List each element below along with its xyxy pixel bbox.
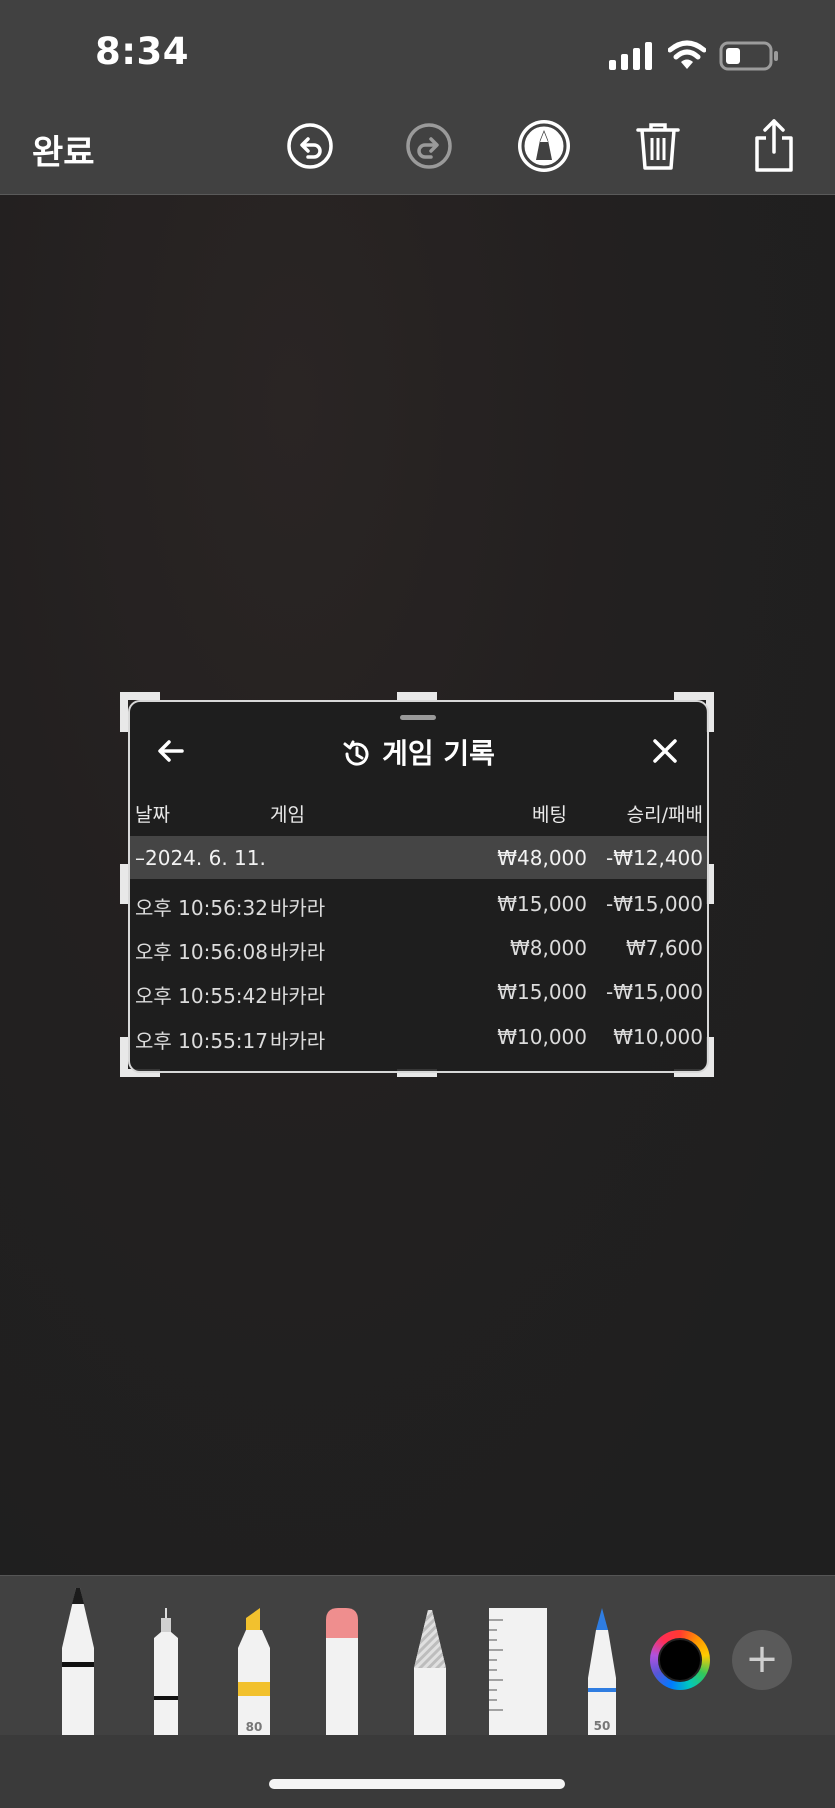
done-button[interactable]: 완료: [32, 125, 95, 174]
row-result: ₩10,000: [613, 1025, 703, 1049]
row-time: 오후 10:56:08: [135, 940, 268, 964]
fineliner-tool[interactable]: [146, 1608, 186, 1736]
color-picker-icon[interactable]: [650, 1630, 710, 1690]
pencil-tool[interactable]: [410, 1608, 450, 1736]
status-time: 8:34: [95, 30, 190, 73]
eraser-tool[interactable]: [322, 1608, 362, 1736]
row-result: -₩15,000: [606, 892, 703, 916]
row-bet: ₩8,000: [509, 936, 587, 960]
row-game: 바카라: [270, 1029, 326, 1053]
home-indicator[interactable]: [269, 1779, 565, 1789]
group-bet-total: ₩48,000: [497, 846, 587, 870]
row-game: 바카라: [270, 896, 326, 920]
sheet-grabber: [400, 715, 436, 720]
close-icon[interactable]: [650, 736, 680, 766]
column-header-bet: 베팅: [532, 804, 567, 826]
redo-icon: [406, 123, 452, 169]
share-icon: [755, 119, 793, 172]
column-header-date: 날짜: [135, 804, 170, 826]
markup-button[interactable]: [514, 116, 574, 176]
trash-icon: [636, 123, 680, 170]
add-tool-button[interactable]: +: [732, 1630, 792, 1690]
crayon-tool[interactable]: 50: [582, 1608, 622, 1736]
markup-pen-icon: [518, 120, 570, 172]
wifi-icon: [668, 40, 706, 69]
table-row[interactable]: 오후 10:56:32 바카라 ₩15,000 -₩15,000: [130, 884, 707, 924]
row-time: 오후 10:55:17: [135, 1029, 268, 1053]
row-time: 오후 10:56:32: [135, 896, 268, 920]
redo-button[interactable]: [399, 116, 459, 176]
group-date: –2024. 6. 11.: [135, 846, 266, 870]
card-title: 게임 기록: [130, 732, 707, 772]
crayon-size: 50: [594, 1719, 611, 1733]
row-game: 바카라: [270, 940, 326, 964]
share-button[interactable]: [744, 116, 804, 176]
row-bet: ₩15,000: [497, 980, 587, 1004]
column-header-result: 승리/패배: [626, 804, 703, 826]
row-result: -₩15,000: [606, 980, 703, 1004]
table-header: 날짜 게임 베팅 승리/패배: [130, 800, 707, 830]
group-result-total: -₩12,400: [606, 846, 703, 870]
battery-icon: [719, 41, 778, 71]
row-game: 바카라: [270, 984, 326, 1008]
delete-button[interactable]: [628, 116, 688, 176]
column-header-game: 게임: [270, 804, 305, 826]
table-row[interactable]: 오후 10:55:42 바카라 ₩15,000 -₩15,000: [130, 972, 707, 1012]
highlighter-size: 80: [246, 1720, 263, 1734]
highlighter-tool[interactable]: 80: [234, 1608, 274, 1736]
game-history-card: 게임 기록 날짜 게임 베팅 승리/패배 –2024. 6. 11. ₩48,0…: [128, 700, 709, 1073]
history-icon: [343, 740, 369, 766]
undo-button[interactable]: [280, 116, 340, 176]
markup-toolbar: 완료: [0, 110, 835, 195]
home-area: [0, 1735, 835, 1808]
undo-icon: [287, 123, 333, 169]
cellular-signal-icon: [609, 42, 652, 70]
table-row[interactable]: 오후 10:56:08 바카라 ₩8,000 ₩7,600: [130, 928, 707, 968]
row-time: 오후 10:55:42: [135, 984, 268, 1008]
row-result: ₩7,600: [625, 936, 703, 960]
row-bet: ₩10,000: [497, 1025, 587, 1049]
ruler-tool[interactable]: [489, 1608, 547, 1736]
row-bet: ₩15,000: [497, 892, 587, 916]
pen-tool[interactable]: [58, 1586, 98, 1736]
date-group-row[interactable]: –2024. 6. 11. ₩48,000 -₩12,400: [130, 836, 707, 879]
status-bar: 8:34: [0, 0, 835, 110]
table-row[interactable]: 오후 10:55:17 바카라 ₩10,000 ₩10,000: [130, 1017, 707, 1057]
card-title-text: 게임 기록: [382, 737, 495, 770]
